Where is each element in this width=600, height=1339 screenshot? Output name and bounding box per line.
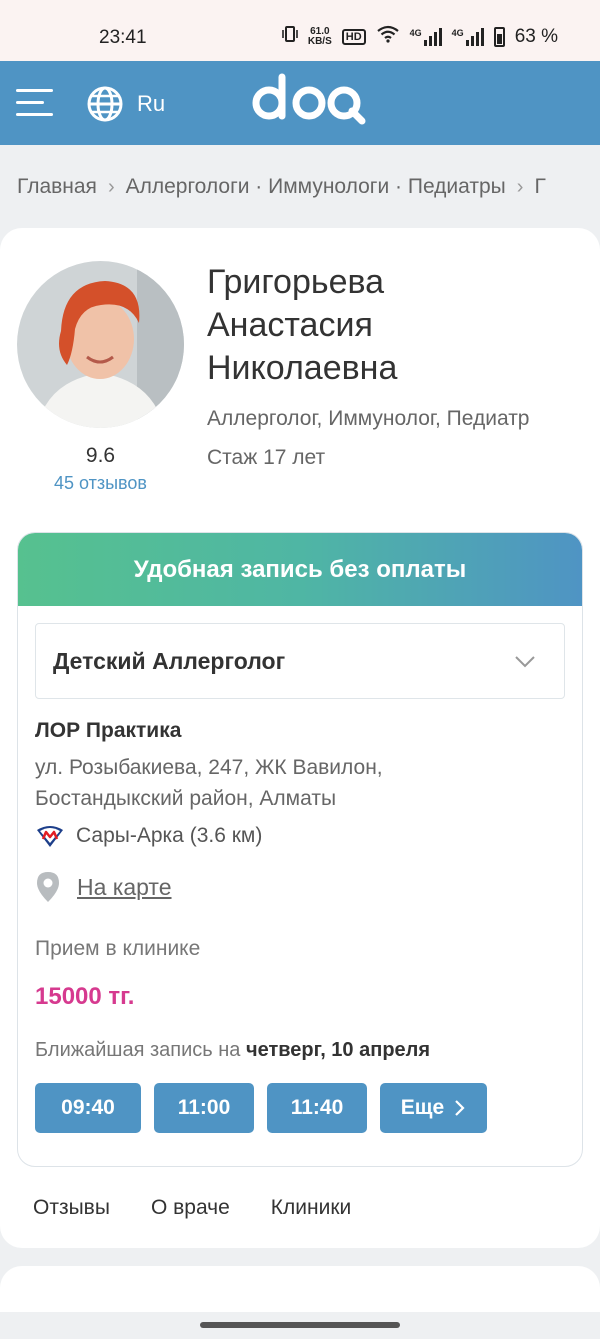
clinic-address-line1: ул. Розыбакиева, 247, ЖК Вавилон,	[35, 756, 383, 779]
clinic-address: ул. Розыбакиева, 247, ЖК Вавилон, Бостан…	[35, 752, 535, 814]
wifi-icon	[376, 25, 400, 48]
logo-mark	[252, 73, 366, 125]
specialty-select-value: Детский Аллерголог	[53, 647, 286, 674]
time-slots: 09:40 11:00 11:40 Еще	[35, 1083, 487, 1133]
breadcrumb-current[interactable]: Г	[534, 175, 545, 199]
breadcrumb-home[interactable]: Главная	[17, 175, 97, 199]
tab-clinics[interactable]: Клиники	[271, 1196, 351, 1220]
visit-type: Прием в клинике	[35, 937, 201, 960]
metro-station: Сары-Арка (3.6 км)	[35, 824, 262, 848]
breadcrumb-category[interactable]: Аллергологи · Иммунологи · Педиатры	[126, 175, 506, 199]
doctor-surname: Григорьева	[207, 263, 385, 301]
nearest-appointment: Ближайшая запись на четверг, 10 апреля	[35, 1039, 430, 1062]
doctor-experience: Стаж 17 лет	[207, 446, 326, 469]
nearest-date: четверг, 10 апреля	[245, 1039, 431, 1061]
status-bar: 23:41 61.0 KB/S HD 4G 4G 63 %	[0, 0, 600, 61]
doctor-specialties: Аллерголог, Иммунолог, Педиатр	[207, 407, 530, 430]
breadcrumb-chevron-icon: ›	[516, 175, 524, 198]
time-slot-button[interactable]: 11:00	[154, 1083, 254, 1133]
map-row: На карте	[35, 871, 172, 903]
time-slot-button[interactable]: 09:40	[35, 1083, 141, 1133]
net-speed-unit: KB/S	[307, 35, 332, 47]
breadcrumb: Главная › Аллергологи · Иммунологи · Пед…	[0, 145, 600, 229]
signal-icon-1: 4G	[409, 27, 442, 46]
metro-station-label: Сары-Арка (3.6 км)	[76, 824, 263, 847]
chevron-down-icon	[515, 656, 535, 668]
location-pin-icon	[37, 872, 59, 902]
price: 15000 тг.	[35, 983, 135, 1010]
home-indicator[interactable]	[200, 1322, 400, 1328]
hd-icon: HD	[341, 28, 366, 45]
logo[interactable]	[252, 73, 368, 142]
breadcrumb-chevron-icon: ›	[107, 175, 115, 198]
reviews-link[interactable]: 45 отзывов	[17, 473, 184, 494]
nearest-prefix: Ближайшая запись на	[35, 1039, 241, 1061]
map-link[interactable]: На карте	[77, 874, 172, 901]
battery-level: 63 %	[514, 25, 558, 47]
booking-panel: Удобная запись без оплаты Детский Аллерг…	[17, 532, 583, 1167]
top-navbar: Ru	[0, 61, 600, 145]
doctor-avatar	[17, 261, 184, 428]
signal-1-label: 4G	[409, 27, 422, 38]
signal-icon-2: 4G	[451, 27, 484, 46]
tab-reviews[interactable]: Отзывы	[33, 1196, 110, 1220]
vibrate-icon	[282, 25, 298, 48]
clinic-address-line2: Бостандыкский район, Алматы	[35, 787, 337, 810]
specialty-select[interactable]: Детский Аллерголог	[35, 623, 565, 699]
doctor-name: Григорьева Анастасия Николаевна	[207, 261, 587, 390]
doctor-card: 9.6 45 отзывов Григорьева Анастасия Нико…	[0, 228, 600, 1248]
tab-about[interactable]: О враче	[151, 1196, 230, 1220]
doctor-first-name: Анастасия	[207, 306, 373, 344]
status-time: 23:41	[99, 27, 147, 48]
globe-icon[interactable]	[86, 85, 124, 123]
clinic-name[interactable]: ЛОР Практика	[35, 719, 181, 743]
signal-2-label: 4G	[451, 27, 464, 38]
net-speed: 61.0 KB/S	[307, 26, 332, 47]
more-slots-label: Еще	[400, 1096, 445, 1119]
metro-icon	[37, 826, 63, 847]
status-icons: 61.0 KB/S HD 4G 4G 63 %	[282, 25, 558, 48]
language-selector[interactable]: Ru	[137, 91, 165, 117]
doctor-rating: 9.6	[85, 444, 116, 467]
booking-title: Удобная запись без оплаты	[18, 533, 582, 606]
doctor-patronymic: Николаевна	[207, 349, 398, 387]
chevron-right-icon	[455, 1100, 465, 1116]
more-slots-button[interactable]: Еще	[380, 1083, 487, 1133]
time-slot-button[interactable]: 11:40	[267, 1083, 367, 1133]
battery-icon	[493, 26, 505, 47]
doctor-tabs: Отзывы О враче Клиники	[33, 1196, 351, 1220]
menu-icon[interactable]	[16, 89, 53, 117]
